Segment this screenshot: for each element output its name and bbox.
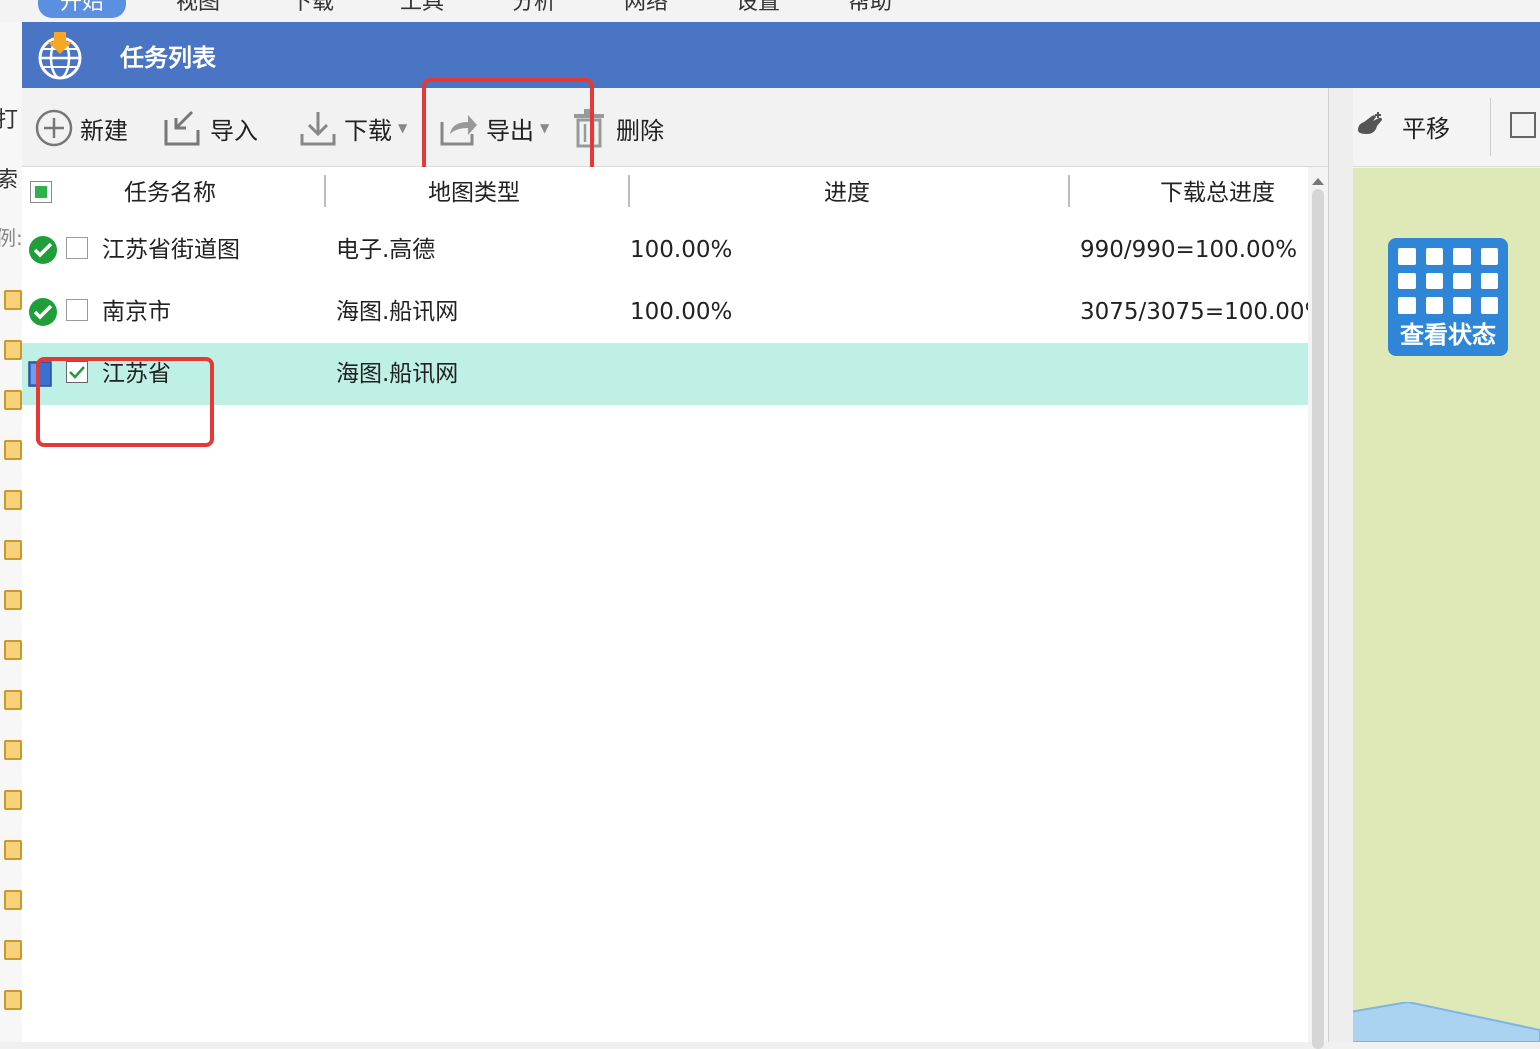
column-separator[interactable] xyxy=(324,175,326,207)
folder-icon[interactable] xyxy=(4,590,22,610)
column-header-progress[interactable]: 进度 xyxy=(824,177,870,209)
row-checkbox[interactable] xyxy=(66,237,88,259)
folder-icon[interactable] xyxy=(4,790,22,810)
export-icon xyxy=(438,108,480,148)
folder-icon[interactable] xyxy=(4,290,22,310)
table-row-selected[interactable]: 江苏省 海图.船讯网 xyxy=(22,343,1308,405)
pending-icon xyxy=(28,361,52,391)
left-panel-text: 打 xyxy=(0,102,18,134)
menu-item-network[interactable]: 网络 xyxy=(624,0,668,18)
map-type: 电子.高德 xyxy=(336,237,436,263)
task-grid: 任务名称 地图类型 进度 下载总进度 江苏省街道图 电子.高德 100.00% … xyxy=(22,167,1328,1049)
folder-icon[interactable] xyxy=(4,990,22,1010)
folder-icon[interactable] xyxy=(4,540,22,560)
folder-icon[interactable] xyxy=(4,940,22,960)
menu-item-download[interactable]: 下载 xyxy=(290,0,334,18)
grid-header: 任务名称 地图类型 进度 下载总进度 xyxy=(22,167,1308,219)
trash-icon xyxy=(572,108,606,148)
vertical-scrollbar[interactable] xyxy=(1308,167,1328,1049)
delete-label: 删除 xyxy=(616,116,664,145)
menu-item-start[interactable]: 开始 xyxy=(38,0,127,18)
new-button[interactable]: 新建 xyxy=(34,106,128,150)
folder-icon[interactable] xyxy=(4,840,22,860)
scrollbar-thumb[interactable] xyxy=(1312,189,1324,1049)
row-checkbox[interactable] xyxy=(66,299,88,321)
menu-item-settings[interactable]: 设置 xyxy=(736,0,780,18)
import-icon xyxy=(162,108,204,148)
title-bar: 任务列表 xyxy=(22,22,1540,88)
map-type: 海图.船讯网 xyxy=(336,361,459,387)
select-all-checkbox[interactable] xyxy=(30,181,52,203)
chevron-down-icon: ▼ xyxy=(398,121,408,135)
left-panel-text: 索 xyxy=(0,162,18,194)
progress: 100.00% xyxy=(630,237,733,263)
check-circle-icon xyxy=(28,235,58,269)
export-button[interactable]: 导出 ▼ xyxy=(438,106,549,150)
column-header-map-type[interactable]: 地图类型 xyxy=(428,177,520,209)
left-panel-text: 例: xyxy=(0,226,23,250)
task-name: 江苏省街道图 xyxy=(102,237,240,263)
import-label: 导入 xyxy=(210,116,258,145)
export-label: 导出 xyxy=(486,116,534,145)
total-progress xyxy=(1080,358,1308,390)
map-type: 海图.船讯网 xyxy=(336,299,459,325)
task-name: 江苏省 xyxy=(102,361,171,387)
table-row[interactable]: 江苏省街道图 电子.高德 100.00% 990/990=100.00% xyxy=(22,219,1308,281)
folder-icon[interactable] xyxy=(4,490,22,510)
column-separator[interactable] xyxy=(1068,175,1070,207)
row-checkbox-checked[interactable] xyxy=(66,361,88,383)
column-header-total-progress[interactable]: 下载总进度 xyxy=(1160,177,1275,209)
chevron-down-icon: ▼ xyxy=(540,121,550,135)
task-name: 南京市 xyxy=(102,299,171,325)
total-progress: 3075/3075=100.00% xyxy=(1080,299,1308,325)
check-circle-icon xyxy=(28,297,58,331)
folder-icon[interactable] xyxy=(4,390,22,410)
menu-item-help[interactable]: 帮助 xyxy=(848,0,892,18)
menu-bar: 开始 视图 下载 工具 分析 网络 设置 帮助 xyxy=(0,0,1540,22)
folder-icon[interactable] xyxy=(4,640,22,660)
panel-splitter[interactable] xyxy=(1328,88,1353,1042)
menu-item-view[interactable]: 视图 xyxy=(176,0,220,18)
new-label: 新建 xyxy=(80,116,128,145)
folder-icon[interactable] xyxy=(4,690,22,710)
globe-download-icon xyxy=(34,30,86,86)
download-label: 下载 xyxy=(344,116,392,145)
folder-icon[interactable] xyxy=(4,440,22,460)
total-progress: 990/990=100.00% xyxy=(1080,237,1298,263)
download-icon xyxy=(298,108,338,148)
plus-circle-icon xyxy=(34,108,74,148)
column-separator[interactable] xyxy=(628,175,630,207)
scroll-up-icon[interactable] xyxy=(1311,171,1325,190)
task-toolbar: 新建 导入 下载 ▼ 导出 ▼ 删除 xyxy=(22,78,1328,180)
folder-icon[interactable] xyxy=(4,340,22,360)
folder-icon[interactable] xyxy=(4,890,22,910)
folder-icon[interactable] xyxy=(4,740,22,760)
menu-item-tools[interactable]: 工具 xyxy=(400,0,444,18)
task-list-window: 任务列表 新建 导入 下载 ▼ 导出 ▼ 删除 任务名称 地图类型 进度 下载总… xyxy=(22,22,1540,1049)
menu-item-analysis[interactable]: 分析 xyxy=(512,0,556,18)
progress: 100.00% xyxy=(630,299,733,325)
download-button[interactable]: 下载 ▼ xyxy=(298,106,407,150)
import-button[interactable]: 导入 xyxy=(162,106,258,150)
table-row[interactable]: 南京市 海图.船讯网 100.00% 3075/3075=100.00% xyxy=(22,281,1308,343)
left-panel-edge: 打 索 例: xyxy=(0,22,23,1042)
column-header-name[interactable]: 任务名称 xyxy=(124,177,216,209)
window-title: 任务列表 xyxy=(120,44,216,72)
delete-button[interactable]: 删除 xyxy=(572,106,664,150)
